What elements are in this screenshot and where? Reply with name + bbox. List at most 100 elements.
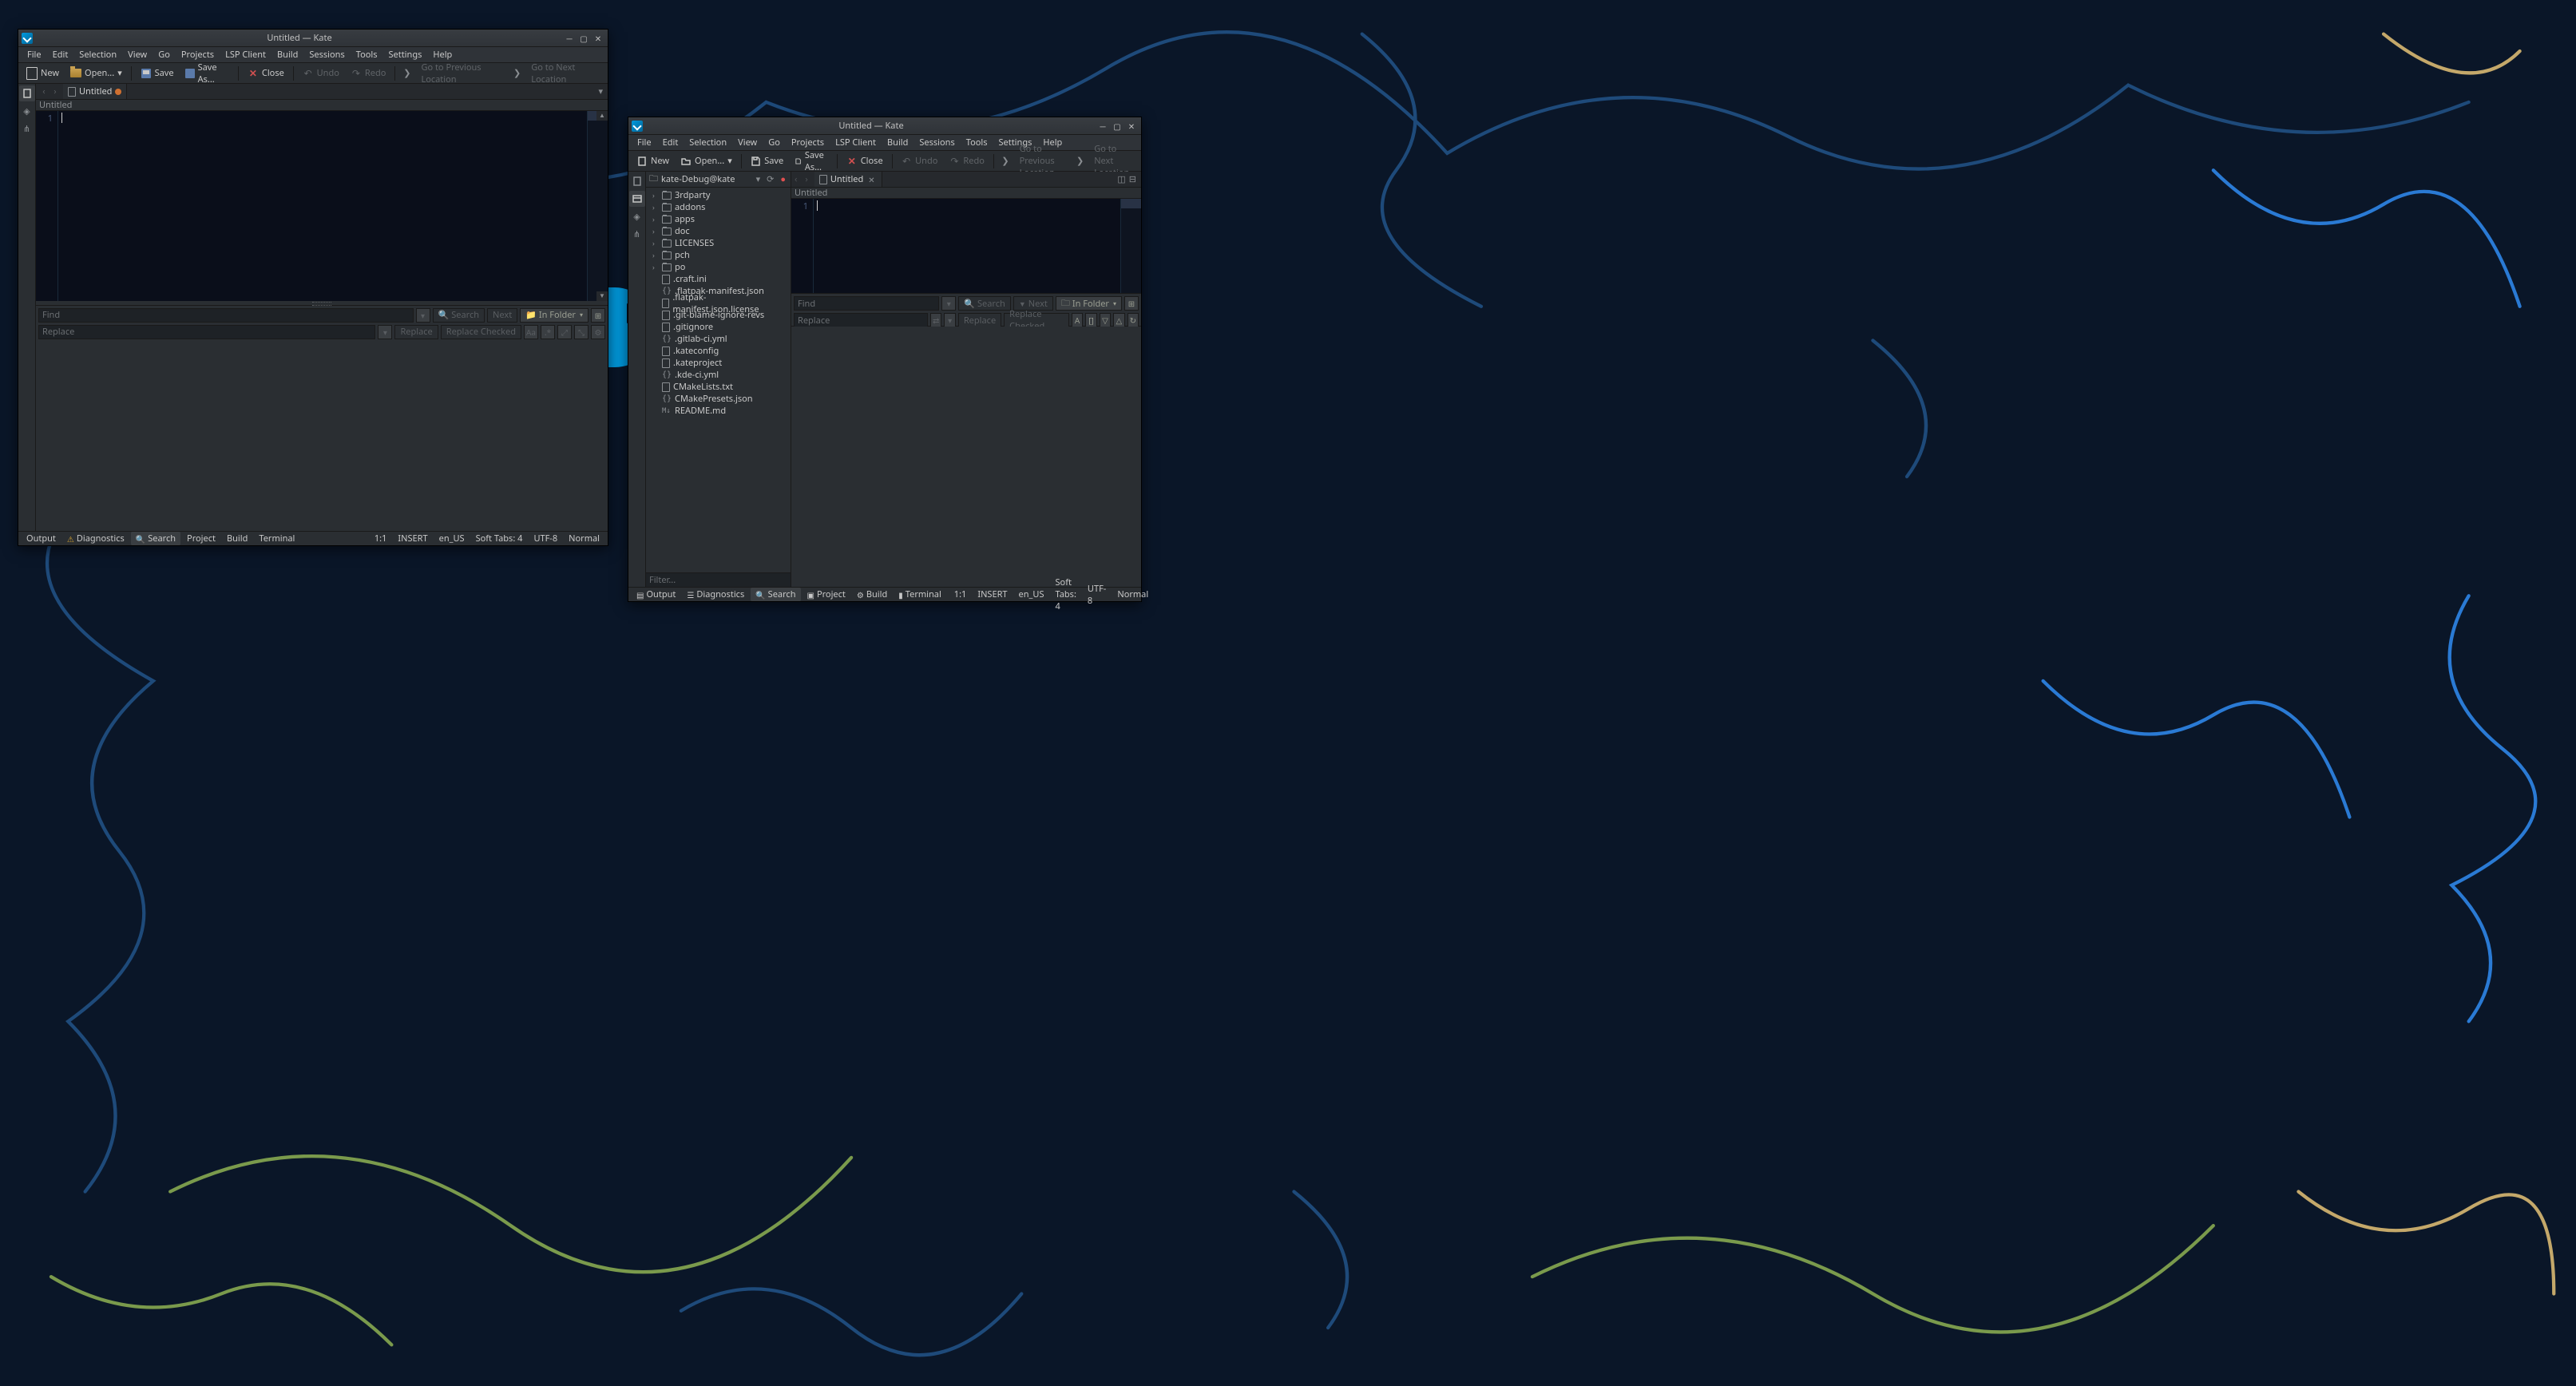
close-project-icon[interactable]: ●: [779, 173, 787, 185]
new-button[interactable]: New: [22, 65, 64, 81]
bottom-tab-project[interactable]: Project: [182, 532, 220, 545]
new-button[interactable]: New: [632, 152, 674, 169]
menu-selection[interactable]: Selection: [684, 135, 732, 150]
status-position[interactable]: 1:1: [949, 588, 972, 600]
find-input[interactable]: [794, 296, 939, 311]
menu-lsp[interactable]: LSP Client: [830, 135, 882, 150]
bottom-tab-search[interactable]: 🔍Search: [751, 588, 800, 601]
menu-go[interactable]: Go: [763, 135, 786, 150]
split-vertical-icon[interactable]: ⊟: [1129, 173, 1136, 185]
tree-file[interactable]: .kateconfig: [646, 345, 791, 357]
menu-file[interactable]: File: [632, 135, 657, 150]
open-button[interactable]: Open...▾: [65, 65, 127, 81]
replace-checked-button[interactable]: Replace Checked: [441, 325, 521, 339]
whole-word-icon[interactable]: []: [1085, 313, 1096, 327]
folder-button[interactable]: 🗀In Folder▾: [1056, 296, 1122, 311]
editor-body[interactable]: [814, 199, 1120, 293]
documents-icon[interactable]: [19, 85, 35, 101]
menu-view[interactable]: View: [732, 135, 763, 150]
tree-folder[interactable]: ›apps: [646, 213, 791, 225]
tree-file[interactable]: .gitignore: [646, 321, 791, 333]
editor-body[interactable]: [58, 111, 587, 301]
tree-file[interactable]: .craft.ini: [646, 273, 791, 285]
expand-down-icon[interactable]: ▽: [1100, 313, 1111, 327]
status-mode[interactable]: INSERT: [973, 588, 1012, 600]
tree-file[interactable]: M↓README.md: [646, 405, 791, 417]
redo-button[interactable]: ↷Redo: [944, 152, 989, 169]
find-dropdown-icon[interactable]: ▾: [416, 308, 430, 323]
menu-sessions[interactable]: Sessions: [303, 47, 350, 62]
status-position[interactable]: 1:1: [370, 533, 392, 544]
bottom-tab-build[interactable]: Build: [222, 532, 252, 545]
menu-selection[interactable]: Selection: [73, 47, 122, 62]
status-indent[interactable]: Soft Tabs: 4: [471, 533, 528, 544]
folder-button[interactable]: 📁In Folder▾: [520, 308, 589, 323]
tree-folder[interactable]: ›po: [646, 261, 791, 273]
replace-checked-button[interactable]: Replace Checked: [1004, 313, 1069, 327]
git-icon[interactable]: ◈: [629, 208, 645, 224]
bottom-tab-output[interactable]: ▤Output: [632, 588, 680, 601]
status-locale[interactable]: en_US: [434, 533, 470, 544]
menu-build[interactable]: Build: [882, 135, 913, 150]
collapse-icon[interactable]: ⤡: [574, 325, 589, 339]
close-doc-button[interactable]: ✕Close: [243, 65, 289, 81]
bottom-tab-search[interactable]: 🔍Search: [131, 532, 180, 545]
menu-sessions[interactable]: Sessions: [913, 135, 960, 150]
find-dropdown-icon[interactable]: ▾: [941, 296, 956, 311]
reload-icon[interactable]: ⟳: [765, 173, 775, 185]
open-button[interactable]: Open...▾: [676, 152, 737, 169]
menu-tools[interactable]: Tools: [961, 135, 993, 150]
filter-input[interactable]: [646, 573, 791, 587]
bottom-tab-terminal[interactable]: Terminal: [254, 532, 299, 545]
status-language[interactable]: Normal: [564, 533, 604, 544]
expand-icon[interactable]: ⤢: [557, 325, 572, 339]
replace-options-icon[interactable]: ⇄: [930, 313, 941, 327]
tree-folder[interactable]: ›3rdparty: [646, 189, 791, 201]
symbol-icon[interactable]: ⋔: [19, 121, 35, 137]
refresh-icon[interactable]: ↻: [1127, 313, 1139, 327]
tree-file[interactable]: {}.gitlab-ci.yml: [646, 333, 791, 345]
symbol-icon[interactable]: ⋔: [629, 226, 645, 242]
bottom-tab-terminal[interactable]: ▮Terminal: [894, 588, 946, 601]
menu-tools[interactable]: Tools: [351, 47, 383, 62]
status-locale[interactable]: en_US: [1014, 588, 1049, 600]
menu-go[interactable]: Go: [153, 47, 176, 62]
regex-icon[interactable]: .*: [541, 325, 555, 339]
status-language[interactable]: Normal: [1112, 588, 1153, 600]
close-doc-button[interactable]: ✕Close: [842, 152, 888, 169]
save-button[interactable]: Save: [136, 65, 179, 81]
status-encoding[interactable]: UTF-8: [529, 533, 562, 544]
find-input[interactable]: [38, 308, 414, 323]
replace-button[interactable]: Replace: [394, 325, 438, 339]
tab-next-icon[interactable]: ›: [50, 85, 60, 97]
titlebar[interactable]: Untitled — Kate ─ ▢ ✕: [628, 117, 1141, 135]
case-icon[interactable]: A: [1072, 313, 1083, 327]
tree-file[interactable]: .flatpak-manifest.json.license: [646, 297, 791, 309]
tree-file[interactable]: {}.kde-ci.yml: [646, 369, 791, 381]
search-button[interactable]: 🔍Search: [433, 308, 485, 323]
tree-folder[interactable]: ›addons: [646, 201, 791, 213]
undo-button[interactable]: ↶Undo: [896, 152, 942, 169]
tree-folder[interactable]: ›LICENSES: [646, 237, 791, 249]
minimap-viewport[interactable]: [1121, 199, 1141, 208]
search-button[interactable]: 🔍Search: [958, 296, 1011, 311]
save-button[interactable]: Save: [745, 152, 788, 169]
replace-input[interactable]: [794, 313, 928, 327]
expand-up-icon[interactable]: △: [1113, 313, 1124, 327]
new-tab-icon[interactable]: ⊞: [1124, 296, 1139, 311]
close-button[interactable]: ✕: [592, 32, 604, 45]
status-indent[interactable]: Soft Tabs: 4: [1051, 576, 1081, 612]
splitter[interactable]: [36, 301, 608, 305]
nav-forward-icon[interactable]: ›: [802, 173, 810, 185]
tab-untitled[interactable]: Untitled ✕: [814, 172, 882, 187]
project-dropdown-icon[interactable]: ▾: [755, 173, 763, 185]
bottom-tab-diagnostics[interactable]: ⚠Diagnostics: [62, 532, 129, 545]
replace-button[interactable]: Replace: [958, 313, 1001, 327]
bottom-tab-diagnostics[interactable]: ☰Diagnostics: [682, 588, 749, 601]
menu-file[interactable]: File: [22, 47, 47, 62]
tab-prev-icon[interactable]: ‹: [39, 85, 49, 97]
scroll-up-icon[interactable]: ▲: [596, 111, 608, 121]
tree-file[interactable]: .kateproject: [646, 357, 791, 369]
minimize-button[interactable]: ─: [1096, 120, 1109, 133]
redo-button[interactable]: ↷Redo: [346, 65, 390, 81]
